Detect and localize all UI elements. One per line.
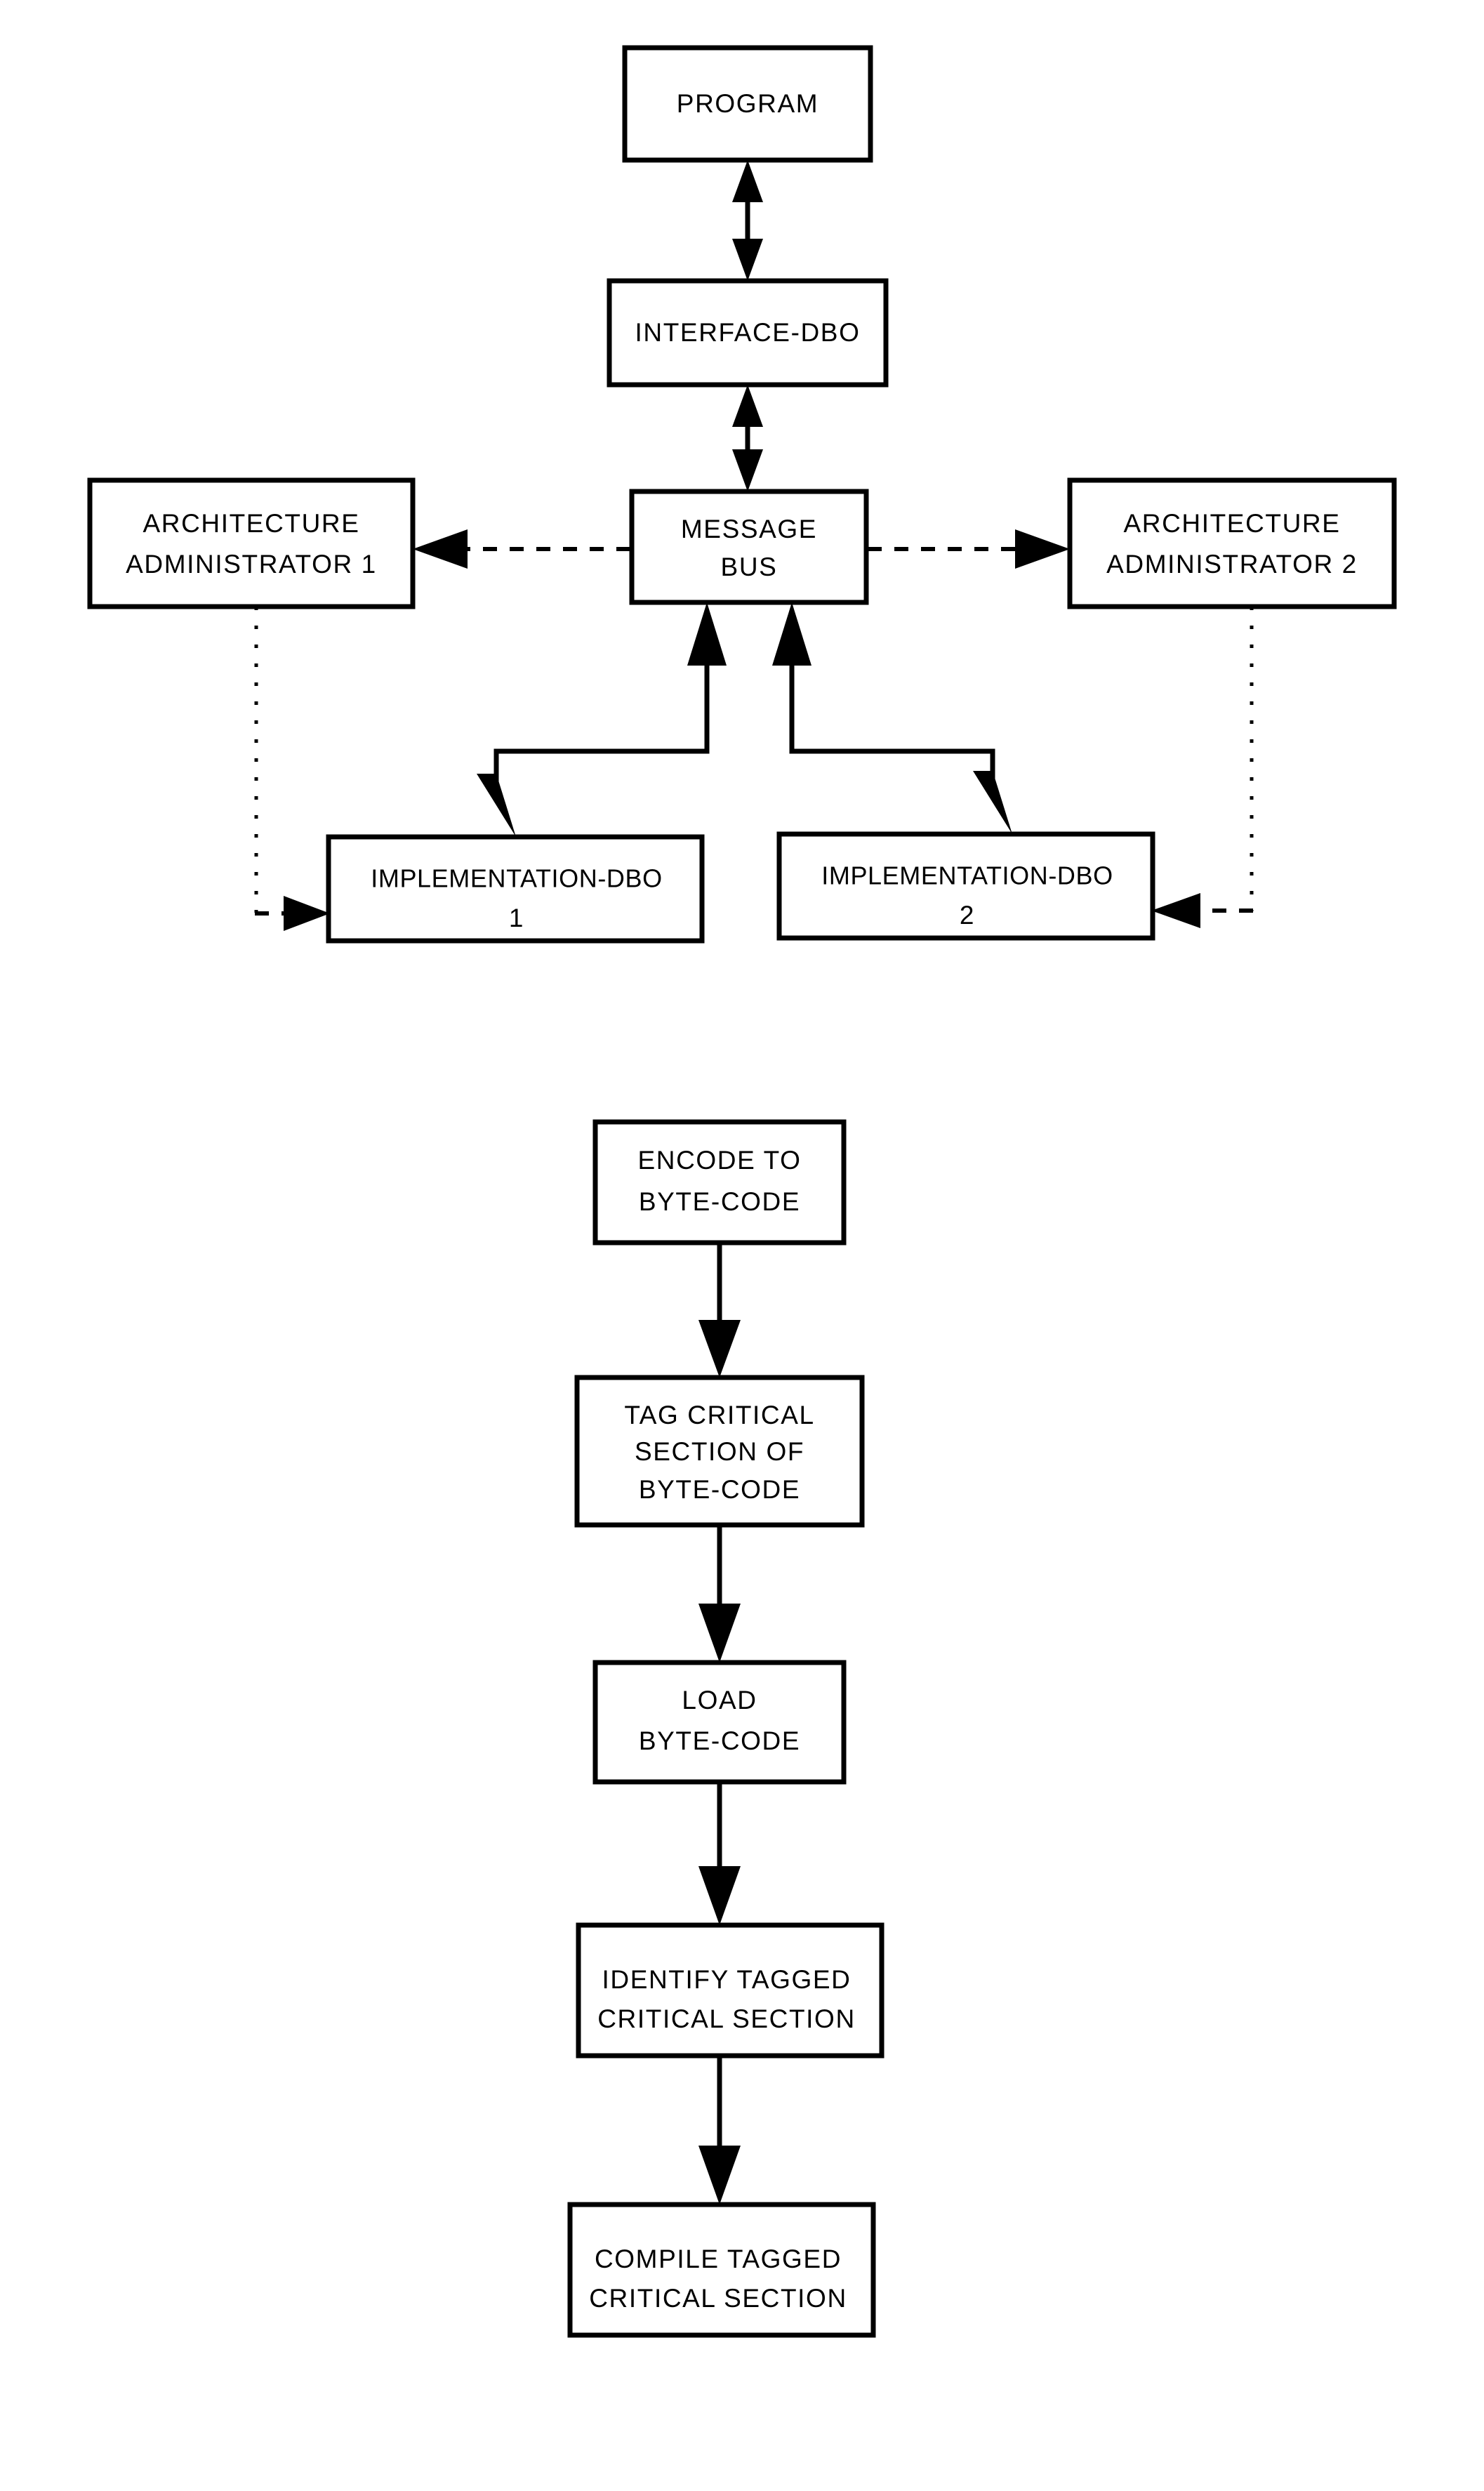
node-impl-dbo-1: IMPLEMENTATION-DBO 1 — [326, 834, 705, 944]
arch-admin-1-label-line2: ADMINISTRATOR 1 — [126, 550, 377, 579]
connector-bus-admin2 — [868, 529, 1070, 569]
connector-identify-compile — [698, 2056, 741, 2205]
figure-sheet: PROGRAM INTERFACE-DBO MESSAGE BUS ARCHIT… — [0, 0, 1484, 2491]
arch-admin-2-label-line1: ARCHITECTURE — [1123, 509, 1340, 538]
load-box — [592, 1660, 847, 1785]
connector-bus-impl2 — [792, 748, 1012, 834]
arrow-head-up-icon — [687, 602, 727, 666]
node-arch-admin-1: ARCHITECTURE ADMINISTRATOR 1 — [87, 477, 416, 609]
arrow-head-down-icon — [698, 1604, 741, 1663]
message-bus-box — [629, 489, 869, 605]
impl-dbo-2-label-line2: 2 — [960, 901, 975, 930]
connector-bus-admin1 — [413, 529, 630, 569]
connector-impl2-bus — [772, 602, 993, 754]
tag-label-line2: SECTION OF — [635, 1437, 804, 1466]
connector-bus-impl1 — [477, 748, 707, 837]
connector-line — [496, 660, 710, 754]
connector-program-interface — [732, 160, 763, 281]
arrow-head-right-icon — [1015, 529, 1070, 569]
tag-label-line3: BYTE-CODE — [639, 1475, 800, 1504]
node-load: LOAD BYTE-CODE — [592, 1660, 847, 1785]
flowchart-diagram: ENCODE TO BYTE-CODE TAG CRITICAL SECTION… — [567, 1119, 885, 2338]
compile-label-line1: COMPILE TAGGED — [595, 2245, 842, 2273]
node-compile: COMPILE TAGGED CRITICAL SECTION — [567, 2202, 876, 2338]
arch-admin-2-box — [1067, 477, 1397, 609]
impl-dbo-2-label-line1: IMPLEMENTATION-DBO — [821, 861, 1113, 890]
node-encode: ENCODE TO BYTE-CODE — [592, 1119, 847, 1246]
arch-admin-1-box — [87, 477, 416, 609]
node-interface-dbo: INTERFACE-DBO — [607, 278, 889, 388]
encode-label-line1: ENCODE TO — [637, 1146, 801, 1175]
encode-label-line2: BYTE-CODE — [639, 1187, 800, 1216]
connector-line — [493, 748, 707, 785]
arrow-head-down-icon — [698, 2146, 741, 2205]
encode-box — [592, 1119, 847, 1246]
node-impl-dbo-2: IMPLEMENTATION-DBO 2 — [776, 831, 1155, 941]
arrow-head-left-icon — [1151, 893, 1200, 928]
arrow-head-down-icon — [698, 1866, 741, 1925]
node-program: PROGRAM — [622, 45, 873, 163]
arch-admin-1-label-line1: ARCHITECTURE — [143, 509, 359, 538]
architecture-diagram: PROGRAM INTERFACE-DBO MESSAGE BUS ARCHIT… — [87, 45, 1397, 944]
connector-interface-bus — [732, 385, 763, 491]
compile-label-line2: CRITICAL SECTION — [589, 2284, 847, 2313]
patent-figure-canvas: PROGRAM INTERFACE-DBO MESSAGE BUS ARCHIT… — [87, 45, 1397, 2338]
program-label: PROGRAM — [677, 89, 819, 118]
node-message-bus: MESSAGE BUS — [629, 489, 869, 605]
node-arch-admin-2: ARCHITECTURE ADMINISTRATOR 2 — [1067, 477, 1397, 609]
connector-impl1-bus — [496, 602, 727, 754]
arrow-head-down-icon — [477, 774, 516, 837]
message-bus-label-line2: BUS — [721, 553, 778, 581]
identify-label-line1: IDENTIFY TAGGED — [602, 1965, 852, 1994]
interface-dbo-label: INTERFACE-DBO — [635, 318, 861, 347]
arrow-head-right-icon — [284, 896, 330, 931]
arrow-head-left-icon — [413, 529, 468, 569]
connector-load-identify — [698, 1782, 741, 1925]
load-label-line2: BYTE-CODE — [639, 1726, 800, 1755]
connector-admin2-impl2 — [1151, 607, 1254, 928]
connector-encode-tag — [698, 1243, 741, 1377]
connector-tag-load — [698, 1525, 741, 1663]
connector-line — [789, 660, 993, 754]
impl-dbo-1-label-line2: 1 — [509, 904, 524, 932]
arrow-head-up-icon — [772, 602, 811, 666]
connector-admin1-impl1 — [254, 607, 330, 931]
arrow-head-down-icon — [973, 771, 1012, 834]
impl-dbo-1-label-line1: IMPLEMENTATION-DBO — [371, 864, 662, 893]
arrow-head-up-icon — [732, 160, 763, 202]
node-tag: TAG CRITICAL SECTION OF BYTE-CODE — [574, 1375, 865, 1528]
identify-label-line2: CRITICAL SECTION — [597, 2004, 856, 2033]
arrow-head-up-icon — [732, 385, 763, 427]
arrow-head-down-icon — [732, 239, 763, 281]
arrow-head-down-icon — [732, 449, 763, 491]
arch-admin-2-label-line2: ADMINISTRATOR 2 — [1106, 550, 1358, 579]
connector-line — [792, 748, 995, 785]
tag-label-line1: TAG CRITICAL — [624, 1401, 814, 1429]
node-identify: IDENTIFY TAGGED CRITICAL SECTION — [576, 1922, 885, 2059]
load-label-line1: LOAD — [682, 1686, 757, 1714]
arrow-head-down-icon — [698, 1320, 741, 1377]
message-bus-label-line1: MESSAGE — [681, 515, 817, 543]
